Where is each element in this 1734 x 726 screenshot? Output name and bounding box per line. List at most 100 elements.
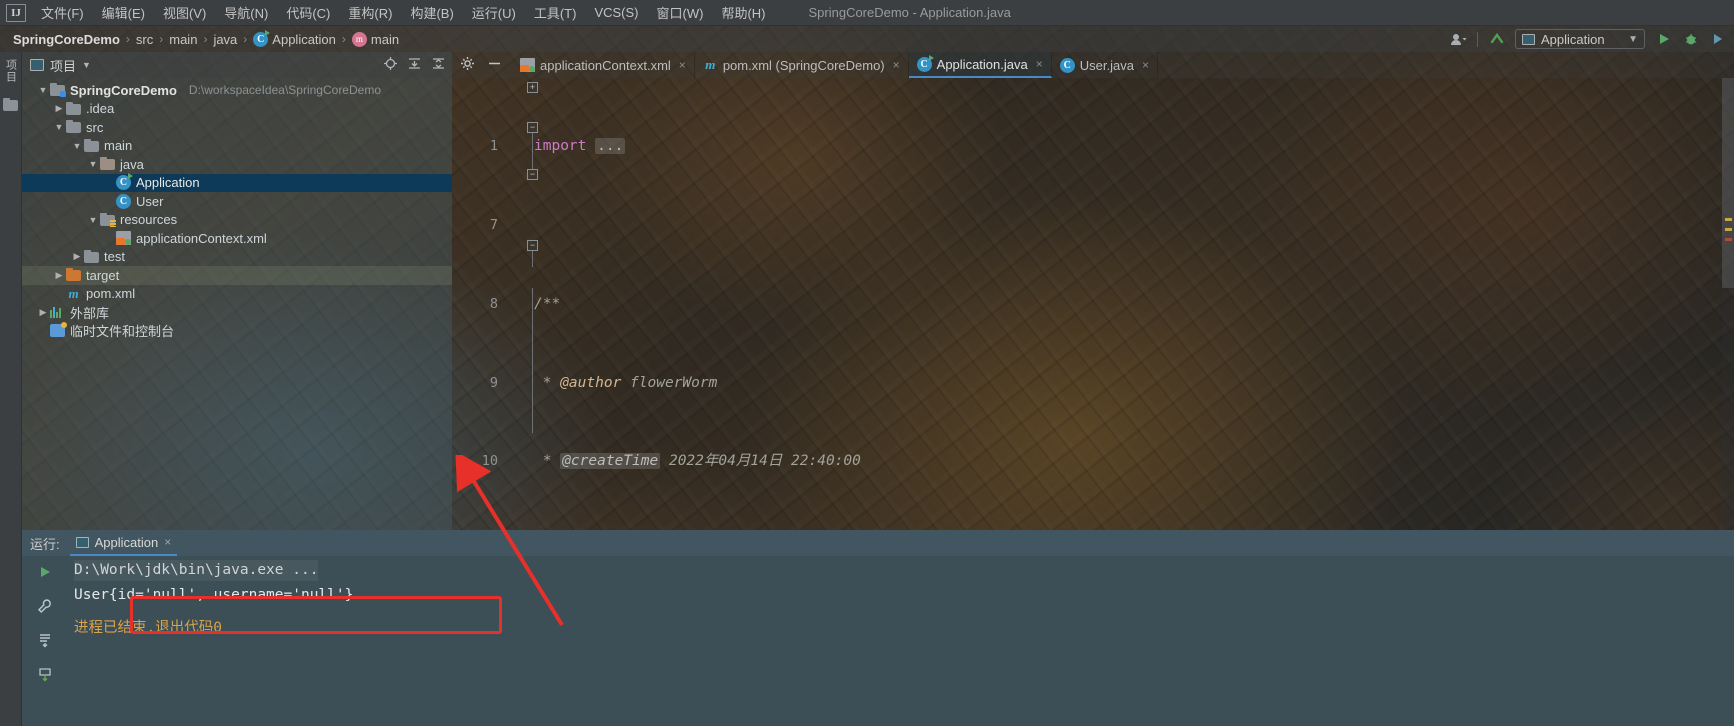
- chevron-right-icon[interactable]: ▶: [52, 270, 66, 281]
- collapse-all-icon[interactable]: [431, 56, 446, 74]
- tree-item-main[interactable]: ▼ main: [22, 137, 452, 156]
- menu-navigate[interactable]: 导航(N): [215, 0, 277, 25]
- tree-item-target[interactable]: ▶ target: [22, 266, 452, 285]
- tree-item-pom-xml[interactable]: m pom.xml: [22, 285, 452, 304]
- line-text: /**: [534, 295, 561, 312]
- menu-vcs[interactable]: VCS(S): [585, 2, 647, 23]
- scrollbar-thumb[interactable]: [1722, 78, 1734, 288]
- tree-item-external-libraries[interactable]: ▶ 外部库: [22, 303, 452, 322]
- java-class-icon: C: [116, 193, 131, 209]
- run-tab-label: Application: [94, 534, 159, 550]
- chevron-down-icon[interactable]: ▼: [86, 159, 100, 169]
- breadcrumb-item-java[interactable]: java: [210, 32, 240, 47]
- rerun-icon[interactable]: [35, 562, 55, 582]
- line-number: 10: [481, 453, 498, 470]
- tree-item-springcoredemo[interactable]: ▼ SpringCoreDemo D:\workspaceIdea\Spring…: [22, 81, 452, 100]
- editor-tab-applicationcontext-xml[interactable]: applicationContext.xml ×: [512, 52, 695, 78]
- run-action-gutter: [22, 556, 68, 726]
- run-tab-application[interactable]: Application ×: [69, 530, 178, 556]
- java-class-icon: C: [1059, 57, 1075, 73]
- export-icon[interactable]: [35, 664, 55, 684]
- breadcrumb-item-src[interactable]: src: [133, 32, 156, 47]
- tree-item-test[interactable]: ▶ test: [22, 248, 452, 267]
- expand-all-icon[interactable]: [407, 56, 422, 74]
- chevron-down-icon[interactable]: ▼: [52, 122, 66, 132]
- run-tool-window-header: 运行: Application ×: [22, 530, 1734, 556]
- chevron-down-icon[interactable]: ▼: [82, 60, 91, 70]
- menu-view[interactable]: 视图(V): [154, 0, 215, 25]
- console-output-text: User{id='null', username='null'}: [74, 587, 354, 603]
- chevron-right-icon[interactable]: ▶: [70, 251, 84, 262]
- wrench-icon[interactable]: [35, 596, 55, 616]
- run-tool-window: 运行: Application × D:\Work\jdk\bin\java.e…: [22, 530, 1734, 726]
- menu-refactor[interactable]: 重构(R): [339, 0, 401, 25]
- gear-icon[interactable]: [460, 56, 475, 74]
- code-editor[interactable]: + − − − 1 import ... 7 8 /** 9 * @author…: [452, 78, 1734, 530]
- menu-code[interactable]: 代码(C): [277, 0, 339, 25]
- debug-icon[interactable]: [1682, 31, 1699, 48]
- user-icon[interactable]: [1450, 31, 1467, 48]
- editor-tab-application-java[interactable]: C Application.java ×: [908, 52, 1052, 78]
- console-command: D:\Work\jdk\bin\java.exe ...: [74, 560, 319, 581]
- menu-run[interactable]: 运行(U): [463, 0, 525, 25]
- close-icon[interactable]: ×: [679, 58, 686, 72]
- chevron-down-icon[interactable]: ▼: [70, 141, 84, 151]
- chevron-down-icon[interactable]: ▼: [86, 215, 100, 225]
- project-header-actions: [383, 56, 452, 74]
- coverage-icon[interactable]: [1709, 31, 1726, 48]
- scroll-to-end-icon[interactable]: [35, 630, 55, 650]
- breadcrumb-item-main[interactable]: main: [166, 32, 200, 47]
- menu-edit[interactable]: 编辑(E): [93, 0, 154, 25]
- editor-scrollbar[interactable]: [1722, 78, 1734, 530]
- error-stripe-marker[interactable]: [1725, 238, 1732, 241]
- menu-help[interactable]: 帮助(H): [712, 0, 774, 25]
- tree-item-application[interactable]: C Application: [22, 173, 452, 192]
- tree-item-idea[interactable]: ▶ .idea: [22, 100, 452, 119]
- menu-tools[interactable]: 工具(T): [525, 0, 586, 25]
- menu-window[interactable]: 窗口(W): [648, 0, 713, 25]
- chevron-right-icon[interactable]: ▶: [36, 307, 50, 318]
- run-tool-window-body: D:\Work\jdk\bin\java.exe ... User{id='nu…: [22, 556, 1734, 726]
- close-icon[interactable]: ×: [893, 58, 900, 72]
- tree-item-applicationcontext-xml[interactable]: applicationContext.xml: [22, 229, 452, 248]
- update-project-icon[interactable]: [1488, 31, 1505, 48]
- project-tree: ▼ SpringCoreDemo D:\workspaceIdea\Spring…: [22, 78, 452, 340]
- editor-tab-user-java[interactable]: C User.java ×: [1052, 52, 1158, 78]
- code-content: 1 import ... 7 8 /** 9 * @author flowerW…: [452, 78, 1734, 530]
- close-icon[interactable]: ×: [164, 535, 171, 549]
- chevron-down-icon[interactable]: ▼: [36, 85, 50, 95]
- run-icon[interactable]: [1655, 31, 1672, 48]
- tree-item-label: pom.xml: [86, 286, 136, 302]
- chevron-right-icon[interactable]: ▶: [52, 103, 66, 114]
- library-icon: [50, 306, 65, 319]
- tree-item-java[interactable]: ▼ java: [22, 155, 452, 174]
- tree-item-label: test: [104, 249, 125, 265]
- tree-item-scratches-and-consoles[interactable]: 临时文件和控制台: [22, 322, 452, 341]
- breadcrumb-item-application[interactable]: C Application: [250, 29, 339, 47]
- editor-tab-label: Application.java: [936, 56, 1028, 72]
- console-output[interactable]: D:\Work\jdk\bin\java.exe ... User{id='nu…: [68, 556, 1734, 726]
- close-icon[interactable]: ×: [1036, 57, 1043, 71]
- breadcrumb-item-main-method[interactable]: m main: [349, 31, 402, 47]
- run-config-label: Application: [1541, 31, 1605, 47]
- warning-stripe-marker[interactable]: [1725, 228, 1732, 231]
- tree-item-resources[interactable]: ▼ resources: [22, 211, 452, 230]
- select-opened-file-icon[interactable]: [383, 56, 398, 74]
- breadcrumb-item-project[interactable]: SpringCoreDemo: [10, 32, 123, 47]
- menu-build[interactable]: 构建(B): [401, 0, 462, 25]
- close-icon[interactable]: ×: [1142, 58, 1149, 72]
- hide-icon[interactable]: [487, 56, 502, 74]
- run-configuration-selector[interactable]: Application ▼: [1515, 29, 1645, 49]
- project-icon: [30, 59, 44, 71]
- menu-file[interactable]: 文件(F): [32, 0, 93, 25]
- tree-item-user[interactable]: C User: [22, 192, 452, 211]
- tree-item-src[interactable]: ▼ src: [22, 118, 452, 137]
- warning-stripe-marker[interactable]: [1725, 218, 1732, 221]
- navigation-bar: SpringCoreDemo › src › main › java › C A…: [0, 26, 1734, 52]
- maven-icon: m: [705, 57, 716, 72]
- folder-icon[interactable]: [3, 98, 18, 113]
- folder-icon: [84, 249, 99, 264]
- menu-bar: IJ 文件(F) 编辑(E) 视图(V) 导航(N) 代码(C) 重构(R) 构…: [0, 0, 1734, 26]
- editor-tab-pom-xml[interactable]: m pom.xml (SpringCoreDemo) ×: [695, 52, 909, 78]
- sidebar-tab-project[interactable]: 项目: [2, 56, 20, 86]
